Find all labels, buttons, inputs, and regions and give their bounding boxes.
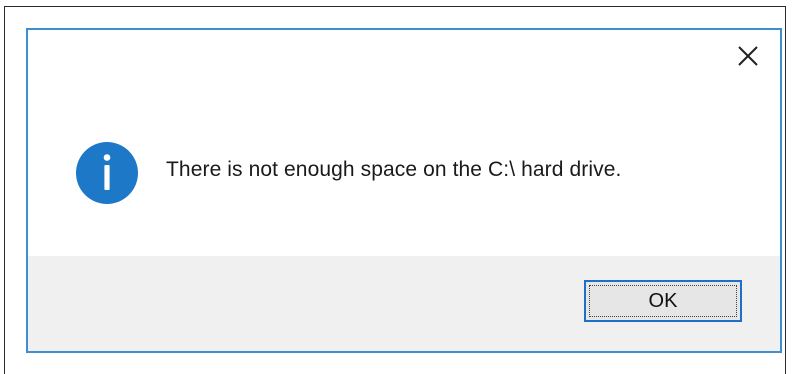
info-icon [76,142,138,204]
dialog-message: There is not enough space on the C:\ har… [166,158,622,181]
message-dialog: There is not enough space on the C:\ har… [26,28,782,353]
ok-button-label: OK [648,289,678,312]
dialog-footer: OK [28,256,780,351]
dialog-content: There is not enough space on the C:\ har… [28,30,780,258]
ok-button[interactable]: OK [584,280,742,322]
